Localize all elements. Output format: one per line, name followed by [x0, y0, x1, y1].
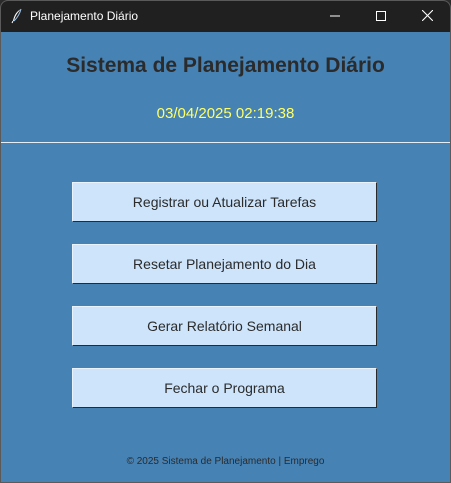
- main-content: Sistema de Planejamento Diário 03/04/202…: [1, 32, 450, 482]
- page-title: Sistema de Planejamento Diário: [66, 54, 385, 77]
- close-program-button[interactable]: Fechar o Programa: [72, 368, 377, 408]
- maximize-icon: [376, 8, 386, 26]
- app-window: Planejamento Diário Sistema de Planejame…: [0, 0, 451, 483]
- minimize-button[interactable]: [312, 1, 358, 32]
- reset-planning-button[interactable]: Resetar Planejamento do Dia: [72, 244, 377, 284]
- weekly-report-button[interactable]: Gerar Relatório Semanal: [72, 306, 377, 346]
- datetime-label: 03/04/2025 02:19:38: [156, 105, 295, 122]
- maximize-button[interactable]: [358, 1, 404, 32]
- minimize-icon: [330, 8, 340, 26]
- register-tasks-button[interactable]: Registrar ou Atualizar Tarefas: [72, 182, 377, 222]
- footer-text: © 2025 Sistema de Planejamento | Emprego: [126, 456, 325, 467]
- close-button[interactable]: [404, 1, 450, 32]
- window-title: Planejamento Diário: [30, 9, 139, 23]
- close-icon: [421, 8, 433, 26]
- title-bar[interactable]: Planejamento Diário: [1, 1, 450, 32]
- divider: [1, 142, 450, 143]
- feather-icon: [10, 8, 24, 24]
